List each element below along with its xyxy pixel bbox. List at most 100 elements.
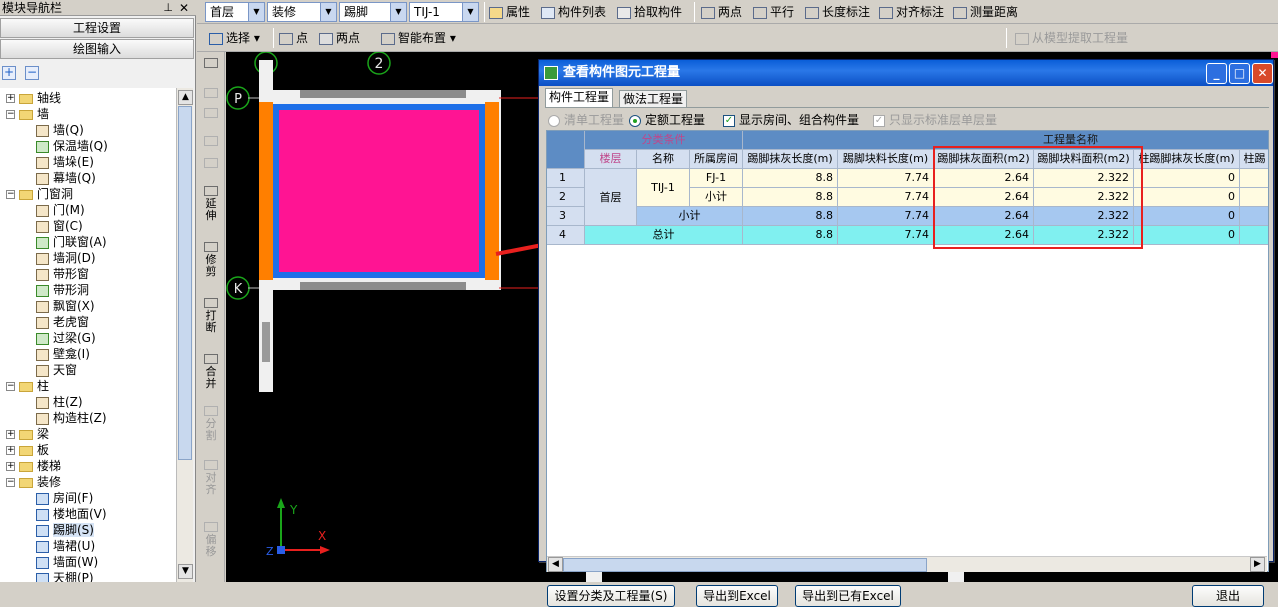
tree-item[interactable]: 墙洞(D) (36, 250, 96, 266)
tree-item[interactable]: 带形洞 (36, 282, 89, 298)
scroll-up-icon[interactable]: ▲ (178, 90, 193, 105)
col-column-more[interactable]: 柱踢 (1240, 150, 1268, 169)
show-rooms-checkbox[interactable]: ✓ 显示房间、组合构件量 (723, 112, 859, 128)
col-column-plaster-length[interactable]: 柱踢脚抹灰长度(m) (1134, 150, 1240, 169)
col-room[interactable]: 所属房间 (690, 150, 743, 169)
tree-item[interactable]: 天棚(P) (36, 570, 94, 582)
tree-item[interactable]: 楼地面(V) (36, 506, 107, 522)
chevron-down-icon[interactable]: ▼ (462, 3, 478, 21)
col-name[interactable]: 名称 (637, 150, 690, 169)
two-points-axis-button[interactable]: 两点 (701, 2, 742, 22)
length-dimension-button[interactable]: 长度标注 (805, 2, 870, 22)
expand-icon[interactable]: + (6, 446, 15, 455)
expand-icon[interactable]: + (6, 430, 15, 439)
vtool-0[interactable] (199, 58, 223, 70)
navigator-close-button[interactable]: ✕ (179, 0, 189, 16)
tree-folder[interactable]: + 板 (6, 442, 49, 458)
pick-component-button[interactable]: 拾取构件 (617, 2, 682, 22)
aligned-dimension-button[interactable]: 对齐标注 (879, 2, 944, 22)
pin-icon[interactable]: ⊥ (163, 0, 173, 16)
smart-layout-button[interactable]: 智能布置 ▾ (381, 28, 456, 48)
expand-icon[interactable]: + (6, 94, 15, 103)
export-existing-excel-button[interactable]: 导出到已有Excel (795, 585, 901, 607)
tree-folder[interactable]: − 柱 (6, 378, 49, 394)
vtool-11[interactable]: 偏移 (199, 522, 223, 558)
vtool-3[interactable] (199, 136, 223, 148)
drawing-input-button[interactable]: 绘图输入 (0, 39, 194, 59)
settings-button[interactable]: 设置分类及工程量(S) (547, 585, 675, 607)
scroll-left-icon[interactable]: ◀ (548, 557, 563, 572)
table-hscrollbar[interactable]: ◀ ▶ (547, 556, 1267, 572)
point-button[interactable]: 点 (279, 28, 308, 48)
row-number[interactable]: 1 (547, 169, 585, 188)
project-settings-button[interactable]: 工程设置 (0, 18, 194, 38)
vtool-5[interactable]: 延伸 (199, 186, 223, 222)
tab-method-qty[interactable]: 做法工程量 (619, 90, 688, 108)
tree-item[interactable]: 墙垛(E) (36, 154, 94, 170)
extract-quantity-button[interactable]: 从模型提取工程量 (1015, 28, 1128, 48)
component-list-button[interactable]: 构件列表 (541, 2, 606, 22)
tree-item[interactable]: 墙裙(U) (36, 538, 95, 554)
measure-distance-button[interactable]: 测量距离 (953, 2, 1018, 22)
vtool-9[interactable]: 分割 (199, 406, 223, 442)
collapse-all-icon[interactable]: − (25, 66, 39, 80)
collapse-icon[interactable]: − (6, 190, 15, 199)
room-fill[interactable] (279, 110, 479, 272)
expand-all-icon[interactable]: + (2, 66, 16, 80)
exit-button[interactable]: 退出 (1192, 585, 1264, 607)
col-floor[interactable]: 楼层 (585, 150, 637, 169)
category-select[interactable]: 装修 ▼ (267, 2, 337, 22)
tree-item[interactable]: 墙(Q) (36, 122, 84, 138)
std-floor-checkbox[interactable]: ✓ 只显示标准层单层量 (873, 112, 997, 128)
vtool-2[interactable] (199, 108, 223, 120)
collapse-icon[interactable]: − (6, 382, 15, 391)
tree-folder[interactable]: + 轴线 (6, 90, 61, 106)
list-qty-radio[interactable]: 清单工程量 (548, 112, 624, 128)
collapse-icon[interactable]: − (6, 478, 15, 487)
dialog-titlebar[interactable]: 查看构件图元工程量 (539, 60, 1273, 86)
expand-icon[interactable]: + (6, 462, 15, 471)
collapse-icon[interactable]: − (6, 110, 15, 119)
vtool-4[interactable] (199, 158, 223, 170)
tree-scrollbar[interactable]: ▲ ▼ (176, 88, 193, 582)
tree-item[interactable]: 窗(C) (36, 218, 83, 234)
tab-component-qty[interactable]: 构件工程量 (545, 88, 614, 108)
tree-item[interactable]: 门(M) (36, 202, 85, 218)
tree-item[interactable]: 老虎窗 (36, 314, 89, 330)
element-name-select[interactable]: TIJ-1 ▼ (409, 2, 479, 22)
chevron-down-icon[interactable]: ▼ (320, 3, 336, 21)
maximize-button[interactable]: □ (1229, 63, 1250, 84)
tree-item[interactable]: 带形窗 (36, 266, 89, 282)
vtool-6[interactable]: 修剪 (199, 242, 223, 278)
floor-select[interactable]: 首层 ▼ (205, 2, 265, 22)
export-excel-button[interactable]: 导出到Excel (696, 585, 778, 607)
vtool-10[interactable]: 对齐 (199, 460, 223, 496)
tree-scroll-thumb[interactable] (178, 106, 192, 460)
tree-item[interactable]: 过梁(G) (36, 330, 96, 346)
vtool-1[interactable] (199, 88, 223, 100)
chevron-down-icon[interactable]: ▼ (390, 3, 406, 21)
tree-folder[interactable]: − 门窗洞 (6, 186, 73, 202)
tree-folder[interactable]: + 楼梯 (6, 458, 61, 474)
quota-qty-radio[interactable]: 定额工程量 (629, 112, 705, 128)
col-tile-length[interactable]: 踢脚块料长度(m) (838, 150, 934, 169)
tree-item[interactable]: 墙面(W) (36, 554, 98, 570)
tree-item[interactable]: 构造柱(Z) (36, 410, 107, 426)
baseboard-left[interactable] (259, 102, 273, 280)
scroll-down-icon[interactable]: ▼ (178, 564, 193, 579)
tree-item[interactable]: 房间(F) (36, 490, 93, 506)
tree-item[interactable]: 幕墙(Q) (36, 170, 96, 186)
tree-folder[interactable]: + 梁 (6, 426, 49, 442)
properties-button[interactable]: 属性 (489, 2, 530, 22)
tree-item[interactable]: 保温墙(Q) (36, 138, 108, 154)
vtool-8[interactable]: 合并 (199, 354, 223, 390)
element-type-select[interactable]: 踢脚 ▼ (339, 2, 407, 22)
tree-item[interactable]: 壁龛(I) (36, 346, 90, 362)
tree-item[interactable]: 飘窗(X) (36, 298, 95, 314)
vtool-7[interactable]: 打断 (199, 298, 223, 334)
tree-item[interactable]: 踢脚(S) (36, 522, 94, 538)
row-number[interactable]: 4 (547, 226, 585, 245)
select-button[interactable]: 选择 ▾ (209, 28, 260, 48)
tree-folder[interactable]: − 墙 (6, 106, 49, 122)
minimize-button[interactable]: _ (1206, 63, 1227, 84)
